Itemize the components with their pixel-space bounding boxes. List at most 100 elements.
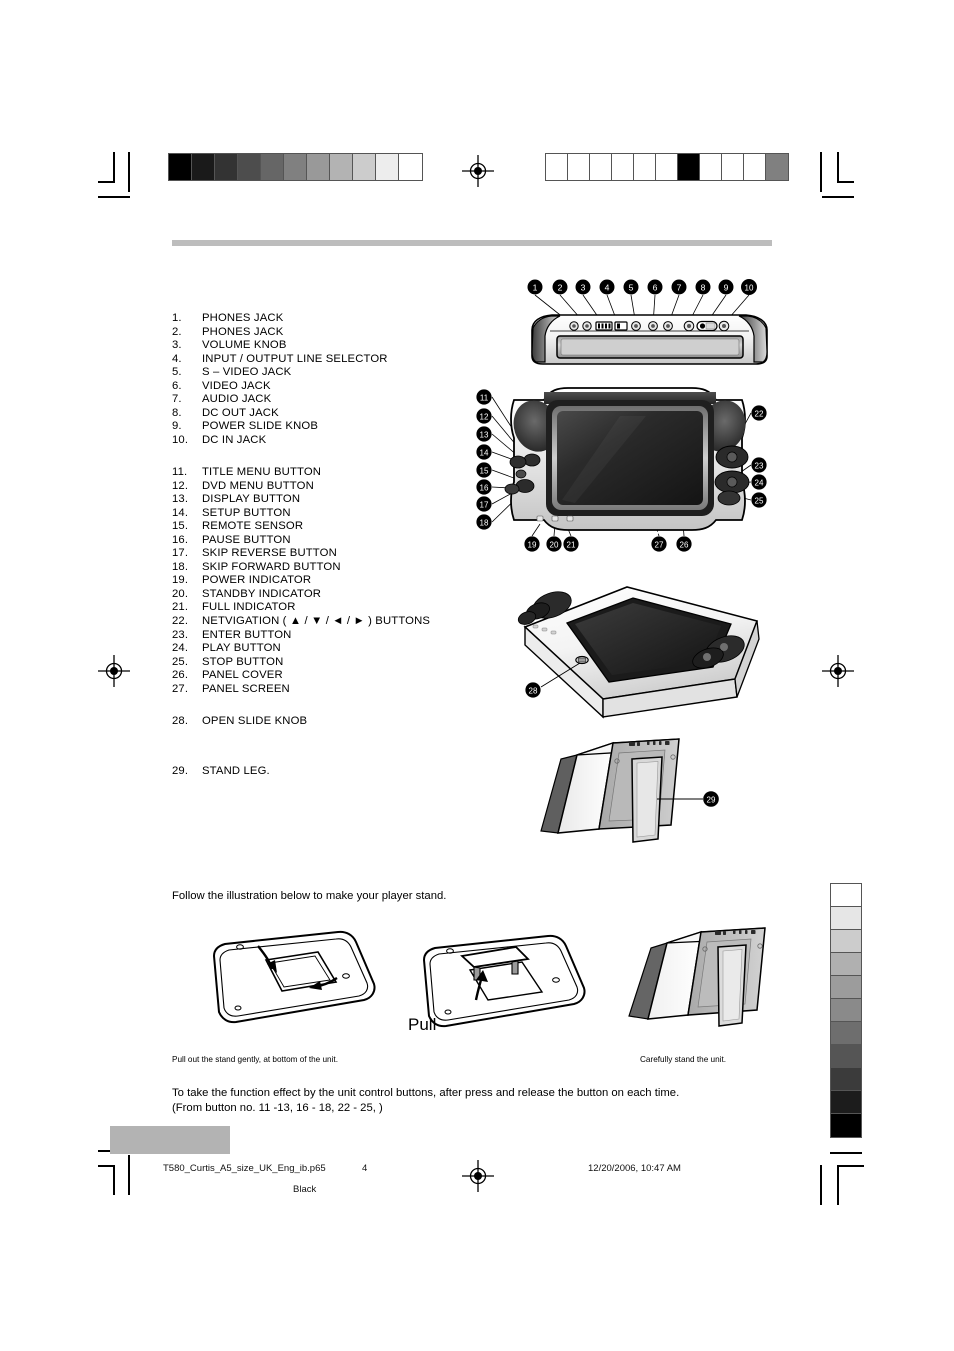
- parts-list-item-label: S – VIDEO JACK: [202, 366, 292, 379]
- parts-list-item-number: 5.: [172, 366, 182, 379]
- svg-text:22: 22: [755, 410, 764, 419]
- calibration-swatch: [284, 154, 307, 180]
- calibration-swatch: [656, 154, 678, 180]
- crop-mark-top-right-corner-h: [837, 181, 854, 183]
- parts-list-item-number: 26.: [172, 669, 189, 682]
- registration-target-right: [822, 655, 854, 687]
- parts-list-item: 7. AUDIO JACK: [172, 393, 388, 407]
- crop-mark-bottom-left-vertical: [128, 1155, 130, 1195]
- parts-list-item: 22. NETVIGATION ( ▲ / ▼ / ◄ / ► ) BUTTONS: [172, 615, 430, 629]
- calibration-swatch: [192, 154, 215, 180]
- calibration-swatch: [831, 884, 861, 907]
- footer-page-number: 4: [362, 1163, 368, 1174]
- calibration-swatch: [766, 154, 788, 180]
- parts-list-item: 27. PANEL SCREEN: [172, 683, 430, 697]
- parts-list-item-number: 19.: [172, 574, 189, 587]
- parts-list-group-2: 11. TITLE MENU BUTTON 12. DVD MENU BUTTON 13…: [172, 466, 430, 696]
- svg-text:15: 15: [480, 467, 489, 476]
- parts-list-item-label: PANEL SCREEN: [202, 682, 290, 695]
- parts-list-item-label: TITLE MENU BUTTON: [202, 466, 322, 478]
- parts-list-item-number: 25.: [172, 655, 189, 668]
- callouts-front-right: 22 23 24 25: [751, 405, 767, 508]
- crop-mark-bottom-right-vertical: [820, 1165, 822, 1205]
- parts-list-item: 12. DVD MENU BUTTON: [172, 480, 430, 494]
- parts-list-item-label: POWER INDICATOR: [202, 574, 312, 587]
- footer-filename: T580_Curtis_A5_size_UK_Eng_ib.p65: [163, 1163, 326, 1174]
- calibration-swatch: [831, 907, 861, 930]
- parts-list-item-label: INPUT / OUTPUT LINE SELECTOR: [202, 352, 388, 365]
- parts-list-item-label: PANEL COVER: [202, 669, 283, 682]
- parts-list-item-number: 1.: [172, 312, 182, 324]
- parts-list-item-label: REMOTE SENSOR: [202, 520, 304, 533]
- svg-text:11: 11: [480, 394, 489, 403]
- parts-list-item: 25. STOP BUTTON: [172, 656, 430, 670]
- svg-text:8: 8: [701, 283, 706, 293]
- svg-text:28: 28: [529, 687, 538, 696]
- calibration-swatch: [700, 154, 722, 180]
- svg-text:17: 17: [480, 501, 489, 510]
- parts-list-item: 20. STANDBY INDICATOR: [172, 588, 430, 602]
- svg-text:13: 13: [480, 431, 489, 440]
- parts-list-item-label: DVD MENU BUTTON: [202, 479, 314, 492]
- calibration-swatch: [261, 154, 284, 180]
- illustration-front-panel-view: 11 12 13 14 15 16 17 18 22 23 24 25 19 2…: [470, 382, 786, 575]
- parts-list-group-1: 1. PHONES JACK 2. PHONES JACK 3. VOLUME KNOB 4…: [172, 312, 388, 447]
- illustration-stand-step-1: [178, 918, 378, 1045]
- parts-list-item-label: PLAY BUTTON: [202, 642, 281, 655]
- parts-list-item-label: NETVIGATION ( ▲ / ▼ / ◄ / ► ) BUTTONS: [202, 615, 431, 628]
- svg-text:3: 3: [581, 283, 586, 293]
- parts-list-item-number: 27.: [172, 682, 189, 695]
- svg-text:25: 25: [755, 497, 764, 506]
- calibration-swatch: [546, 154, 568, 180]
- calibration-swatch: [831, 1045, 861, 1068]
- calibration-bar-top-left: [168, 153, 423, 181]
- parts-list-item-number: 17.: [172, 547, 189, 560]
- parts-list-item-number: 21.: [172, 601, 189, 614]
- parts-list-item-number: 18.: [172, 560, 189, 573]
- illustration-standing-unit-view: 29: [525, 733, 750, 868]
- svg-text:20: 20: [550, 541, 559, 550]
- parts-list-item-number: 7.: [172, 393, 182, 406]
- parts-list-item-label: DC IN JACK: [202, 433, 267, 446]
- svg-text:4: 4: [605, 283, 610, 293]
- calibration-swatch: [330, 154, 353, 180]
- illustration-top-edge-view: 1 2 3 4 5 6 7 8 9 10: [520, 278, 782, 375]
- parts-list-item-label: VIDEO JACK: [202, 379, 271, 392]
- svg-text:19: 19: [528, 541, 537, 550]
- svg-text:27: 27: [655, 541, 664, 550]
- parts-list-item: 23. ENTER BUTTON: [172, 629, 430, 643]
- parts-list-item-label: POWER SLIDE KNOB: [202, 420, 319, 433]
- parts-list-item-label: DISPLAY BUTTON: [202, 493, 301, 506]
- svg-text:5: 5: [629, 283, 634, 293]
- calibration-swatch: [831, 1114, 861, 1137]
- svg-text:10: 10: [745, 284, 754, 293]
- calibration-swatch: [831, 976, 861, 999]
- illustration-closed-unit-view: 28: [505, 575, 775, 720]
- illustration-stand-step-3: [615, 920, 785, 1045]
- svg-text:14: 14: [480, 449, 489, 458]
- parts-list-item-number: 16.: [172, 533, 189, 546]
- calibration-swatch: [831, 1068, 861, 1091]
- stand-step-2-label: Pull: [408, 1015, 437, 1034]
- calibration-swatch: [744, 154, 766, 180]
- parts-list-item-label: STANDBY INDICATOR: [202, 587, 322, 600]
- parts-list-item-number: 2.: [172, 325, 182, 338]
- parts-list-item-number: 4.: [172, 352, 182, 365]
- parts-list-item-number: 28.: [172, 715, 189, 727]
- svg-text:24: 24: [755, 479, 764, 488]
- parts-list-item-number: 12.: [172, 479, 189, 492]
- calibration-swatch: [169, 154, 192, 180]
- parts-list-item-label: PHONES JACK: [202, 312, 284, 324]
- parts-list-item-number: 6.: [172, 379, 182, 392]
- parts-list-item-label: OPEN SLIDE KNOB: [202, 715, 308, 727]
- svg-text:21: 21: [567, 541, 576, 550]
- parts-list-item: 24. PLAY BUTTON: [172, 642, 430, 656]
- crop-mark-bottom-right-upper-h: [830, 1152, 862, 1154]
- parts-list-item-number: 20.: [172, 587, 189, 600]
- parts-list-item-label: FULL INDICATOR: [202, 601, 296, 614]
- calibration-swatch: [722, 154, 744, 180]
- parts-list-item-number: 9.: [172, 420, 182, 433]
- parts-list-item: 3. VOLUME KNOB: [172, 339, 388, 353]
- callout-bubbles-top-view: 1 2 3 4 5 6 7 8 9 10: [527, 279, 757, 295]
- parts-list-item-label: PHONES JACK: [202, 325, 284, 338]
